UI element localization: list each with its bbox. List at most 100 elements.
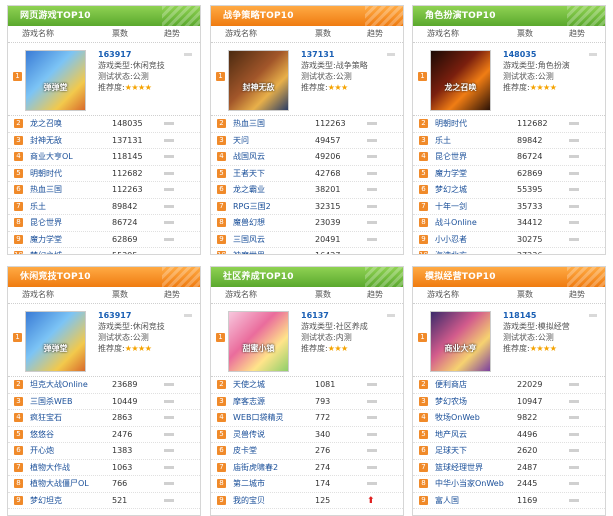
column-header-row: 游戏名称 票数 趋势	[8, 287, 200, 304]
game-name-link[interactable]: 十年一剑	[419, 199, 517, 215]
game-name-link[interactable]: 天使之城	[217, 377, 315, 393]
game-name-link[interactable]: 战斗Online	[419, 215, 517, 231]
header-decoration	[567, 267, 605, 287]
header-decoration	[162, 267, 200, 287]
game-name-link[interactable]: 龙之召唤	[14, 116, 112, 132]
game-name-link[interactable]: 灵兽传说	[217, 427, 315, 443]
game-name-link[interactable]: 三国风云	[217, 232, 315, 248]
game-name-link[interactable]: 植物大作战	[14, 460, 112, 476]
game-name-link[interactable]: 封神无敌	[14, 133, 112, 149]
game-name-link[interactable]: 梦幻之城	[14, 248, 112, 254]
panel-title[interactable]: 社区养成TOP10	[223, 272, 294, 282]
game-name-link[interactable]: 三国杀WEB	[14, 394, 112, 410]
panel-title[interactable]: 网页游戏TOP10	[20, 11, 91, 21]
rank-badge-icon: 2	[14, 380, 23, 389]
panel-title[interactable]: 角色扮演TOP10	[425, 11, 496, 21]
game-name-link[interactable]: 我的宝贝	[217, 493, 315, 509]
game-thumbnail[interactable]: 弹弹堂	[25, 50, 86, 111]
game-name-link[interactable]: RPG三国2	[217, 199, 315, 215]
featured-votes: 16137	[301, 311, 329, 320]
game-name-link[interactable]: 疯狂宝石	[14, 410, 112, 426]
game-name-link[interactable]: 热血三国	[217, 116, 315, 132]
game-name-link[interactable]: 魔兽幻想	[217, 215, 315, 231]
featured-votes: 163917	[98, 50, 132, 59]
game-name-link[interactable]: 昆仑世界	[14, 215, 112, 231]
game-name-link[interactable]: 魔力学堂	[419, 166, 517, 182]
game-thumbnail[interactable]: 龙之召唤	[430, 50, 491, 111]
trend-flat-icon	[367, 449, 377, 452]
game-name-link[interactable]: 中华小当家OnWeb	[419, 476, 517, 492]
rank-badge-icon: 6	[419, 185, 428, 194]
ranking-row: 3 三国杀WEB 10449	[8, 394, 200, 410]
game-votes: 118145	[112, 152, 143, 161]
game-name-link[interactable]: 昆仑世界	[419, 149, 517, 165]
game-name-link[interactable]: 篮球经理世界	[419, 460, 517, 476]
game-votes: 112682	[517, 119, 548, 128]
game-name-link[interactable]: 开心炮	[14, 443, 112, 459]
rank-badge-icon: 2	[419, 119, 428, 128]
rank-badge-icon: 3	[419, 135, 428, 145]
trend-cell	[164, 394, 194, 410]
rank-badge-icon: 1	[418, 72, 427, 81]
game-name-link[interactable]: 坦克大战Online	[14, 377, 112, 393]
game-name-link[interactable]: 乐土	[14, 199, 112, 215]
trend-flat-icon	[569, 171, 579, 175]
game-name-link[interactable]: 富人国	[419, 493, 517, 509]
ranking-row: 4 疯狂宝石 2863	[8, 410, 200, 427]
panel-title[interactable]: 模拟经营TOP10	[425, 272, 496, 282]
game-name-link[interactable]: 植物大战僵尸OL	[14, 476, 112, 492]
ranking-row: 2 龙之召唤 148035	[8, 116, 200, 133]
game-name-link[interactable]: 明朝时代	[14, 166, 112, 182]
panel-header: 休闲竞技TOP10	[8, 267, 200, 287]
ranking-row: 3 封神无敌 137131	[8, 133, 200, 149]
game-name-link[interactable]: 魔力学堂	[14, 232, 112, 248]
trend-cell	[569, 133, 599, 149]
column-trend: 趋势	[569, 29, 585, 38]
trend-flat-icon	[569, 416, 579, 419]
game-name-link[interactable]: 王者天下	[217, 166, 315, 182]
game-name-link[interactable]: 乐土	[419, 133, 517, 149]
game-name-link[interactable]: 龙之霸业	[217, 182, 315, 198]
trend-cell	[569, 149, 599, 165]
panel-title[interactable]: 休闲竞技TOP10	[20, 272, 91, 282]
game-name-link[interactable]: 明朝时代	[419, 116, 517, 132]
game-name-link[interactable]: 牧场OnWeb	[419, 410, 517, 426]
game-name-link[interactable]: 梦幻坦克	[14, 493, 112, 509]
game-name-link[interactable]: 热血三国	[14, 182, 112, 198]
game-votes: 89842	[112, 201, 138, 211]
star-icon: ★★★★	[529, 344, 557, 353]
game-name-link[interactable]: 商业大亨OL	[14, 149, 112, 165]
game-name-link[interactable]: 便利商店	[419, 377, 517, 393]
featured-game: 1 商业大亨 118145 游戏类型:模拟经营 测试状态:公测 推荐度:★★★★	[413, 304, 605, 377]
game-name-link[interactable]: 梦幻农场	[419, 394, 517, 410]
game-votes: 2445	[517, 479, 538, 488]
game-name-link[interactable]: 海湾北方	[419, 248, 517, 254]
game-name-link[interactable]: 地产风云	[419, 427, 517, 443]
game-name-link[interactable]: 梦幻之城	[419, 182, 517, 198]
game-name-link[interactable]: 第二城市	[217, 476, 315, 492]
panel-header: 网页游戏TOP10	[8, 6, 200, 26]
game-thumbnail[interactable]: 弹弹堂	[25, 311, 86, 372]
game-name-link[interactable]: 足球天下	[419, 443, 517, 459]
game-thumbnail[interactable]: 封神无敌	[228, 50, 289, 111]
game-name-link[interactable]: 摩客志源	[217, 394, 315, 410]
ranking-row: 10 梦幻之城 55395	[8, 248, 200, 254]
game-votes: 34412	[517, 218, 543, 227]
game-name-link[interactable]: 皮卡堂	[217, 443, 315, 459]
thumbnail-logo: 商业大亨	[444, 344, 477, 353]
game-name-link[interactable]: WEB口袋精灵	[217, 410, 315, 426]
game-name-link[interactable]: 悠悠谷	[14, 427, 112, 443]
game-thumbnail[interactable]: 甜蜜小镇	[228, 311, 289, 372]
game-votes: 4496	[517, 429, 538, 439]
game-name-link[interactable]: 庙街虎啸春2	[217, 460, 315, 476]
game-name-link[interactable]: 神魔世界	[217, 248, 315, 254]
game-name-link[interactable]: 天问	[217, 133, 315, 149]
game-thumbnail[interactable]: 商业大亨	[430, 311, 491, 372]
game-name-link[interactable]: 战国风云	[217, 149, 315, 165]
rank-badge-icon: 10	[217, 251, 226, 254]
trend-flat-icon	[367, 416, 377, 419]
panel-title[interactable]: 战争策略TOP10	[223, 11, 294, 21]
ranking-panel: 社区养成TOP10 游戏名称 票数 趋势 1 甜蜜小镇 16137 游戏类型:社…	[210, 266, 404, 516]
game-name-link[interactable]: 小小忍者	[419, 232, 517, 248]
ranking-row: 9 梦幻坦克 521	[8, 493, 200, 509]
